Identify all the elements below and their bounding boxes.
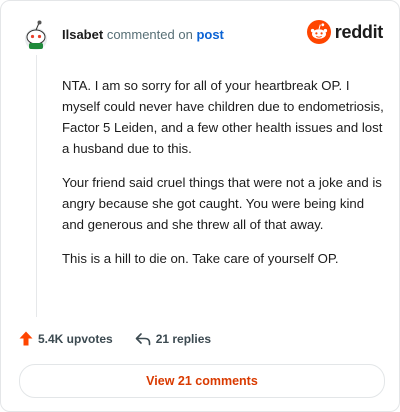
comment-paragraph: NTA. I am so sorry for all of your heart… xyxy=(62,78,384,156)
upvote-count: 5.4K upvotes xyxy=(38,331,113,346)
view-comments-button[interactable]: View 21 comments xyxy=(19,364,385,398)
comment-actions: 5.4K upvotes 21 replies xyxy=(19,331,211,346)
comment-paragraph: This is a hill to die on. Take care of y… xyxy=(62,251,339,266)
comment-body: NTA. I am so sorry for all of your heart… xyxy=(62,75,384,282)
reddit-logo[interactable]: reddit xyxy=(306,20,384,44)
thread-line[interactable] xyxy=(36,55,37,317)
reddit-wordmark: reddit xyxy=(334,21,384,42)
snoo-avatar-icon[interactable] xyxy=(21,19,51,51)
post-link[interactable]: post xyxy=(196,27,223,42)
upvote-arrow-icon xyxy=(19,331,33,346)
reddit-logo-icon xyxy=(306,20,331,44)
comment-header: Ilsabet commented on post xyxy=(62,27,224,42)
action-text: commented on xyxy=(106,27,193,42)
comment-paragraph: Your friend said cruel things that were … xyxy=(62,175,382,232)
reply-count: 21 replies xyxy=(155,331,212,346)
comment-card: Ilsabet commented on post reddit NTA. I … xyxy=(0,0,400,412)
replies-button[interactable]: 21 replies xyxy=(135,332,211,346)
username-link[interactable]: Ilsabet xyxy=(62,27,103,42)
reply-arrow-icon xyxy=(135,332,151,345)
upvote-button[interactable]: 5.4K upvotes xyxy=(19,331,113,346)
